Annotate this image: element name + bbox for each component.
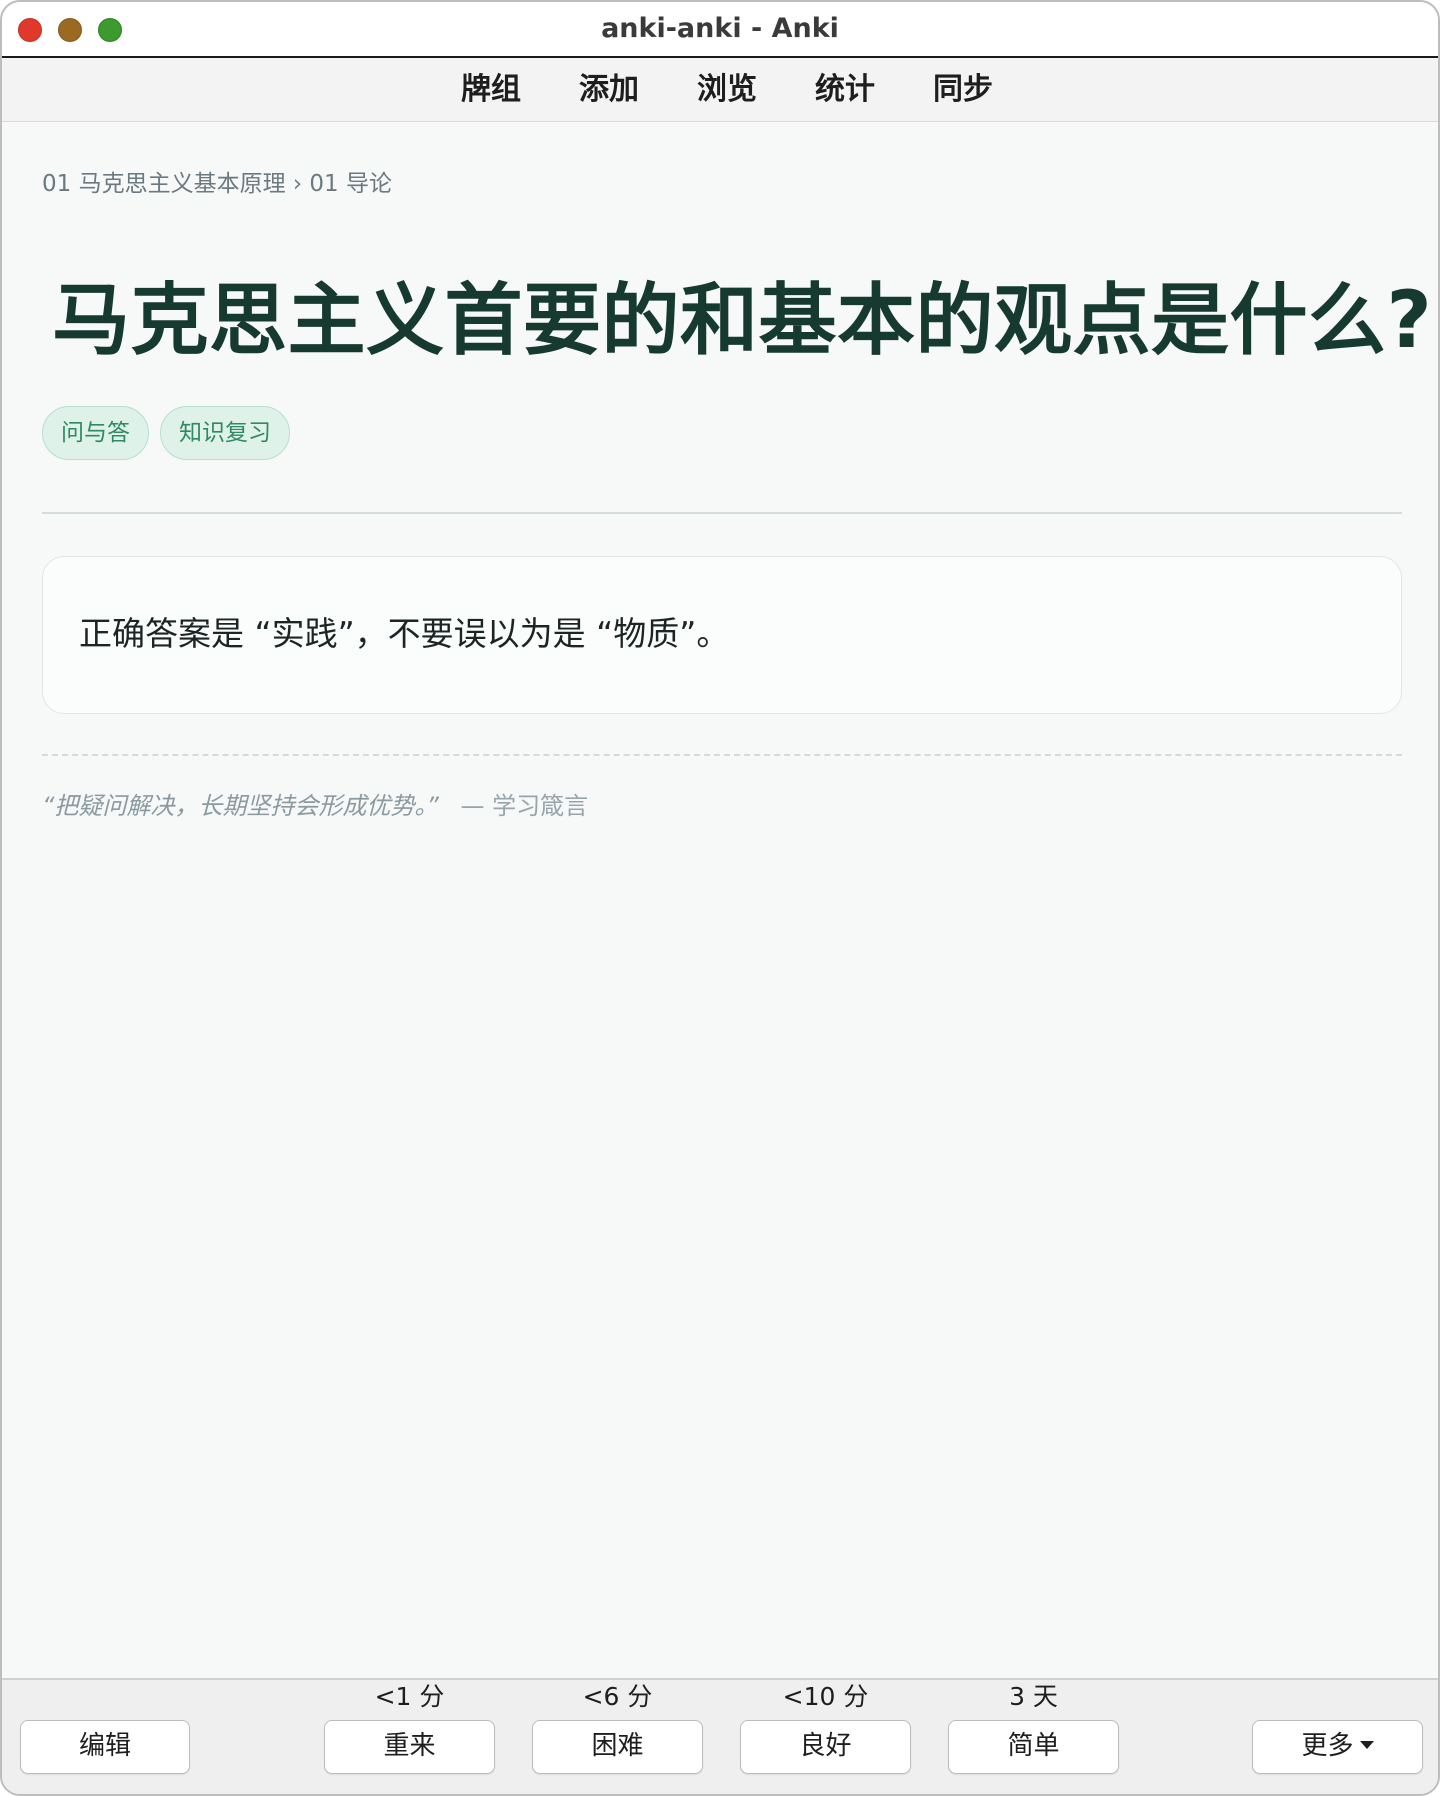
quote-text: “把疑问解决，长期坚持会形成优势。” xyxy=(42,792,439,820)
good-interval: <10 分 xyxy=(782,1682,869,1711)
easy-button-label: 简单 xyxy=(1007,1731,1060,1761)
card-answer: 正确答案是 “实践”，不要误以为是 “物质”。 xyxy=(79,614,730,653)
hard-interval: <6 分 xyxy=(582,1682,653,1711)
anki-window: anki-anki - Anki 牌组 添加 浏览 统计 同步 01 马克思主义… xyxy=(0,0,1440,1796)
toolbar-add-link[interactable]: 添加 xyxy=(579,58,639,122)
toolbar-sync-link[interactable]: 同步 xyxy=(933,58,993,122)
toolbar-browse-link[interactable]: 浏览 xyxy=(697,58,757,122)
title-bar: anki-anki - Anki xyxy=(2,2,1438,58)
deck-breadcrumb: 01 马克思主义基本原理 › 01 导论 xyxy=(42,171,392,197)
hard-button[interactable]: 困难 xyxy=(532,1720,703,1774)
toolbar-stats-link[interactable]: 统计 xyxy=(815,58,875,122)
answer-divider xyxy=(42,512,1402,514)
answer-box: 正确答案是 “实践”，不要误以为是 “物质”。 xyxy=(42,556,1402,714)
card-question: 马克思主义首要的和基本的观点是什么? xyxy=(52,276,1433,366)
again-button[interactable]: 重来 xyxy=(324,1720,495,1774)
quote-source: — 学习箴言 xyxy=(460,792,589,820)
good-button[interactable]: 良好 xyxy=(740,1720,911,1774)
tag-chip: 问与答 xyxy=(42,406,149,460)
tag-chip: 知识复习 xyxy=(160,406,290,460)
window-title: anki-anki - Anki xyxy=(601,13,839,44)
quote-divider xyxy=(42,754,1402,756)
main-toolbar: 牌组 添加 浏览 统计 同步 xyxy=(2,58,1438,122)
hard-button-label: 困难 xyxy=(591,1731,644,1761)
again-button-label: 重来 xyxy=(383,1731,436,1761)
more-button-label: 更多 xyxy=(1301,1731,1354,1761)
easy-interval: 3 天 xyxy=(1009,1682,1058,1711)
more-button[interactable]: 更多 xyxy=(1252,1720,1423,1774)
good-button-label: 良好 xyxy=(799,1731,852,1761)
caret-down-icon xyxy=(1359,1740,1374,1749)
again-interval: <1 分 xyxy=(374,1682,445,1711)
review-bottom-bar: <1 分 <6 分 <10 分 3 天 编辑 重来 困难 良好 简单 更多 xyxy=(2,1678,1438,1794)
toolbar-decks-link[interactable]: 牌组 xyxy=(461,58,521,122)
edit-button-label: 编辑 xyxy=(78,1731,131,1761)
edit-button[interactable]: 编辑 xyxy=(20,1720,190,1774)
card-tags: 问与答 知识复习 xyxy=(42,406,290,460)
quote-line: “把疑问解决，长期坚持会形成优势。” — 学习箴言 xyxy=(42,786,588,821)
easy-button[interactable]: 简单 xyxy=(948,1720,1119,1774)
